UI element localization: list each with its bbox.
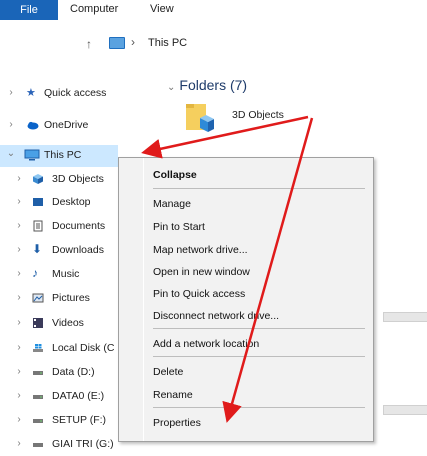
annotation-arrow-to-this-pc <box>141 115 309 159</box>
annotation-arrows <box>141 115 314 423</box>
annotation-arrow-to-properties <box>222 117 314 423</box>
